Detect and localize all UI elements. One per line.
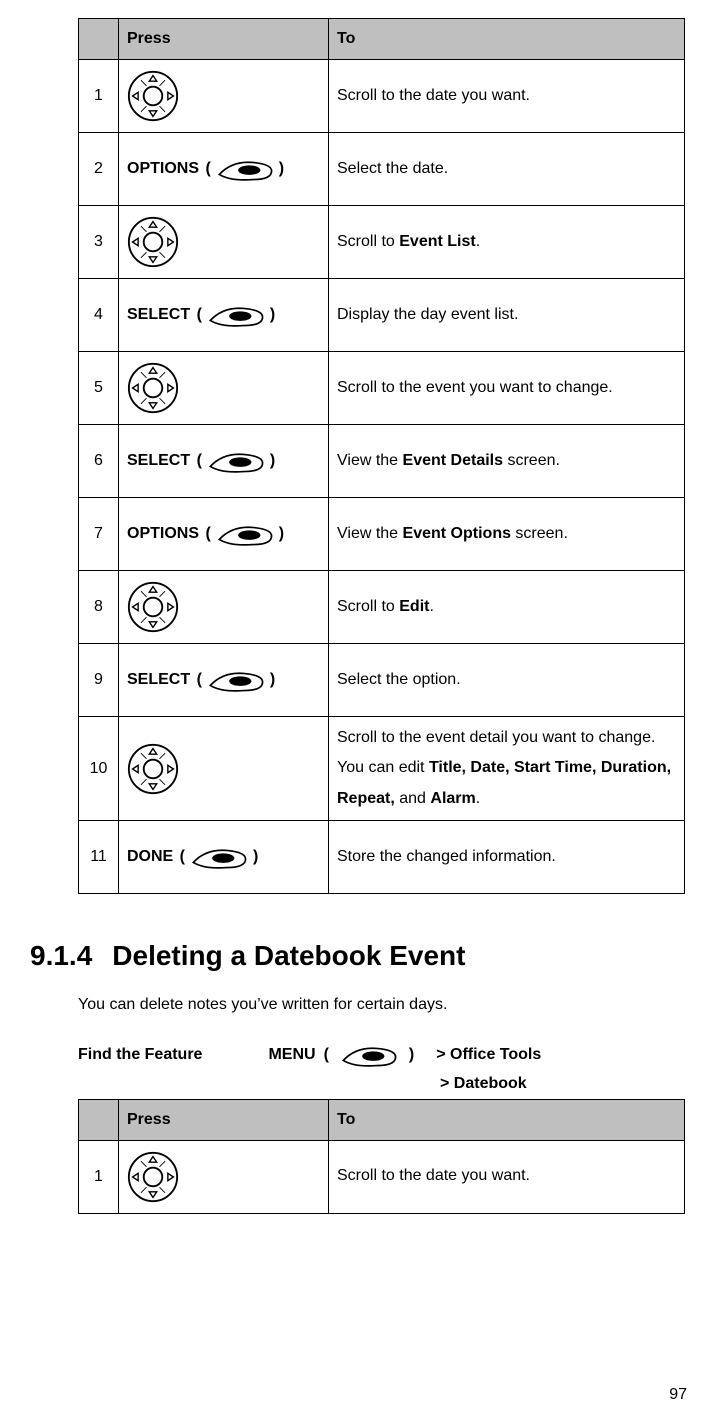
- press-cell: [119, 352, 329, 425]
- to-cell: View the Event Options screen.: [329, 498, 685, 571]
- press-cell: OPTIONS ( ): [119, 498, 329, 571]
- section-number: 9.1.4: [30, 940, 92, 972]
- to-cell: Display the day event list.: [329, 279, 685, 352]
- press-cell: SELECT ( ): [119, 644, 329, 717]
- breadcrumb-2: > Datebook: [440, 1075, 685, 1093]
- press-key-label: SELECT: [127, 671, 190, 689]
- table-row: 10 Scroll to the event detail you want t…: [79, 717, 685, 821]
- to-cell: Select the date.: [329, 133, 685, 206]
- press-key-label: OPTIONS: [127, 525, 199, 543]
- step-number: 6: [79, 425, 119, 498]
- soft-key-icon: [215, 159, 275, 183]
- step-number: 5: [79, 352, 119, 425]
- find-the-feature-label: Find the Feature: [78, 1046, 202, 1064]
- press-key-label: DONE: [127, 848, 173, 866]
- table-header-row: Press To: [79, 19, 685, 60]
- col-num-header: [79, 19, 119, 60]
- table-row: 6 SELECT ( ) View the Event Details scre…: [79, 425, 685, 498]
- navigation-key-icon: [127, 362, 179, 414]
- table-row: 11 DONE ( ) Store the changed informatio…: [79, 821, 685, 894]
- to-cell: Scroll to the event detail you want to c…: [329, 717, 685, 821]
- table-row: 1 Scroll to the date you want.: [79, 60, 685, 133]
- table-row: 9 SELECT ( ) Select the option.: [79, 644, 685, 717]
- navigation-key-icon: [127, 743, 179, 795]
- steps-table-1: Press To 1 Scroll to the date you want. …: [78, 18, 685, 894]
- navigation-key-icon: [127, 581, 179, 633]
- table-row: 2 OPTIONS ( ) Select the date.: [79, 133, 685, 206]
- section-heading: 9.1.4 Deleting a Datebook Event: [30, 940, 685, 972]
- table-header-row: Press To: [79, 1099, 685, 1140]
- to-cell: Select the option.: [329, 644, 685, 717]
- table-row: 8 Scroll to Edit.: [79, 571, 685, 644]
- section-title: Deleting a Datebook Event: [112, 940, 465, 972]
- menu-label: MENU: [268, 1046, 315, 1064]
- page-number: 97: [669, 1386, 687, 1404]
- to-cell: Scroll to the date you want.: [329, 60, 685, 133]
- press-cell: [119, 206, 329, 279]
- table-row: 3 Scroll to Event List.: [79, 206, 685, 279]
- table-row: 4 SELECT ( ) Display the day event list.: [79, 279, 685, 352]
- press-cell: SELECT ( ): [119, 425, 329, 498]
- col-press-header: Press: [119, 1099, 329, 1140]
- soft-key-icon: [189, 847, 249, 871]
- table-row: 7 OPTIONS ( ) View the Event Options scr…: [79, 498, 685, 571]
- to-cell: Store the changed information.: [329, 821, 685, 894]
- step-number: 3: [79, 206, 119, 279]
- step-number: 9: [79, 644, 119, 717]
- to-cell: Scroll to Event List.: [329, 206, 685, 279]
- step-number: 1: [79, 1140, 119, 1213]
- navigation-key-icon: [127, 216, 179, 268]
- step-number: 2: [79, 133, 119, 206]
- col-num-header: [79, 1099, 119, 1140]
- steps-table-2: Press To 1 Scroll to the date you want.: [78, 1099, 685, 1214]
- to-cell: Scroll to Edit.: [329, 571, 685, 644]
- find-the-feature: Find the Feature MENU ( ) > Office Tools: [78, 1045, 685, 1065]
- step-number: 10: [79, 717, 119, 821]
- to-cell: Scroll to the date you want.: [329, 1140, 685, 1213]
- soft-key-icon: [215, 524, 275, 548]
- press-cell: SELECT ( ): [119, 279, 329, 352]
- soft-key-icon: [206, 451, 266, 475]
- step-number: 11: [79, 821, 119, 894]
- press-cell: [119, 717, 329, 821]
- navigation-key-icon: [127, 1151, 179, 1203]
- page: Press To 1 Scroll to the date you want. …: [0, 0, 715, 1424]
- press-key-label: SELECT: [127, 452, 190, 470]
- to-cell: Scroll to the event you want to change.: [329, 352, 685, 425]
- step-number: 8: [79, 571, 119, 644]
- step-number: 1: [79, 60, 119, 133]
- press-cell: DONE ( ): [119, 821, 329, 894]
- press-cell: [119, 571, 329, 644]
- section-body: You can delete notes you’ve written for …: [78, 990, 685, 1020]
- press-cell: [119, 60, 329, 133]
- step-number: 7: [79, 498, 119, 571]
- soft-key-icon: [206, 670, 266, 694]
- press-key-label: OPTIONS: [127, 160, 199, 178]
- press-cell: OPTIONS ( ): [119, 133, 329, 206]
- table-row: 1 Scroll to the date you want.: [79, 1140, 685, 1213]
- col-press-header: Press: [119, 19, 329, 60]
- press-cell: [119, 1140, 329, 1213]
- soft-key-icon: [206, 305, 266, 329]
- table-row: 5 Scroll to the event you want to change…: [79, 352, 685, 425]
- press-key-label: SELECT: [127, 306, 190, 324]
- breadcrumb-1: > Office Tools: [436, 1046, 541, 1064]
- step-number: 4: [79, 279, 119, 352]
- soft-key-icon: [339, 1045, 399, 1069]
- to-cell: View the Event Details screen.: [329, 425, 685, 498]
- col-to-header: To: [329, 19, 685, 60]
- col-to-header: To: [329, 1099, 685, 1140]
- navigation-key-icon: [127, 70, 179, 122]
